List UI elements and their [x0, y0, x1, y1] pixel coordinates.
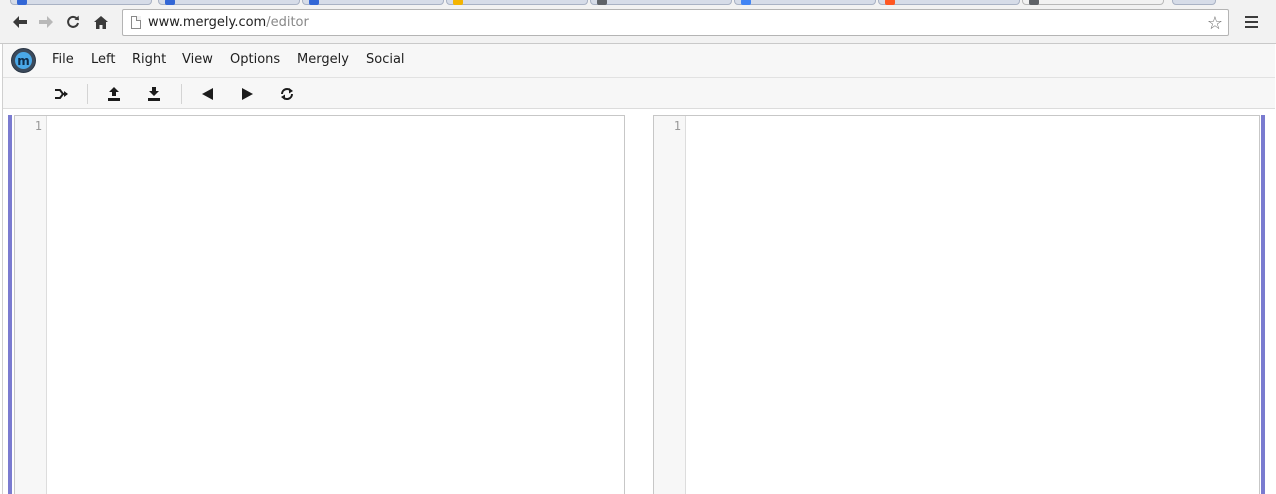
browser-tab[interactable] [10, 0, 152, 5]
browser-menu-button[interactable] [1241, 13, 1261, 33]
browser-tab[interactable] [446, 0, 588, 5]
url-path: /editor [266, 15, 309, 30]
line-number: 1 [673, 119, 681, 133]
right-editor-pane[interactable]: 1 [653, 115, 1260, 494]
browser-tab[interactable] [734, 0, 876, 5]
toolbar-separator [87, 84, 88, 104]
toolbar-separator [181, 84, 182, 104]
browser-tab[interactable] [590, 0, 732, 5]
app-toolbar [3, 78, 1275, 109]
arrow-left-icon [13, 16, 27, 28]
tab-strip [0, 0, 1276, 6]
address-bar[interactable]: www.mergely.com/editor ☆ [122, 9, 1229, 36]
menu-social[interactable]: Social [366, 52, 405, 67]
app-menubar: m File Left Right View Options Mergely S… [3, 44, 1275, 78]
tab-favicon-icon [885, 0, 895, 5]
triangle-left-icon [201, 88, 213, 100]
browser-tab-active[interactable] [1022, 0, 1164, 5]
hamburger-icon-bar [1244, 21, 1258, 23]
swap-button[interactable] [277, 84, 297, 104]
compare-icon [55, 89, 68, 99]
right-line-gutter: 1 [654, 116, 686, 494]
new-tab-button[interactable] [1172, 0, 1216, 5]
menu-file[interactable]: File [52, 52, 74, 67]
browser-tab[interactable] [302, 0, 444, 5]
home-icon [94, 15, 108, 29]
next-diff-button[interactable] [237, 84, 257, 104]
logo-letter: m [15, 52, 32, 69]
menu-mergely[interactable]: Mergely [297, 52, 349, 67]
hamburger-icon [1244, 16, 1258, 18]
home-button[interactable] [91, 12, 111, 32]
menu-view[interactable]: View [182, 52, 213, 67]
tab-favicon-icon [597, 0, 607, 5]
arrow-right-icon [39, 16, 53, 28]
tab-favicon-icon [453, 0, 463, 5]
right-change-marker [1261, 115, 1265, 494]
menu-options[interactable]: Options [230, 52, 280, 67]
left-change-marker [8, 115, 12, 494]
diff-editor-area: 1 1 [3, 109, 1275, 494]
tab-favicon-icon [17, 0, 27, 5]
compare-button[interactable] [51, 84, 71, 104]
back-button[interactable] [10, 12, 30, 32]
bookmark-star-icon[interactable]: ☆ [1204, 12, 1226, 34]
reload-button[interactable] [63, 12, 83, 32]
upload-icon [108, 87, 120, 101]
reload-icon [67, 15, 79, 28]
browser-chrome: www.mergely.com/editor ☆ [0, 0, 1276, 44]
menu-right[interactable]: Right [132, 52, 166, 67]
browser-tab[interactable] [158, 0, 300, 5]
upload-button[interactable] [104, 84, 124, 104]
swap-icon [281, 88, 293, 100]
hamburger-icon-bar [1244, 26, 1258, 28]
previous-diff-button[interactable] [197, 84, 217, 104]
left-editor-pane[interactable]: 1 [14, 115, 625, 494]
left-code-area[interactable] [48, 116, 624, 494]
triangle-right-icon [241, 88, 253, 100]
mergely-app: m File Left Right View Options Mergely S… [2, 44, 1275, 494]
menu-left[interactable]: Left [91, 52, 115, 67]
download-button[interactable] [144, 84, 164, 104]
right-code-area[interactable] [687, 116, 1259, 494]
tab-favicon-icon [1029, 0, 1039, 5]
forward-button[interactable] [36, 12, 56, 32]
tab-favicon-icon [309, 0, 319, 5]
download-icon [148, 87, 160, 101]
url-text[interactable]: www.mergely.com/editor [148, 15, 309, 30]
tab-favicon-icon [741, 0, 751, 5]
mergely-logo[interactable]: m [11, 48, 36, 73]
line-number: 1 [34, 119, 42, 133]
browser-tab[interactable] [878, 0, 1020, 5]
url-host: www.mergely.com [148, 15, 267, 30]
left-line-gutter: 1 [15, 116, 47, 494]
page-icon [131, 16, 141, 29]
tab-favicon-icon [165, 0, 175, 5]
